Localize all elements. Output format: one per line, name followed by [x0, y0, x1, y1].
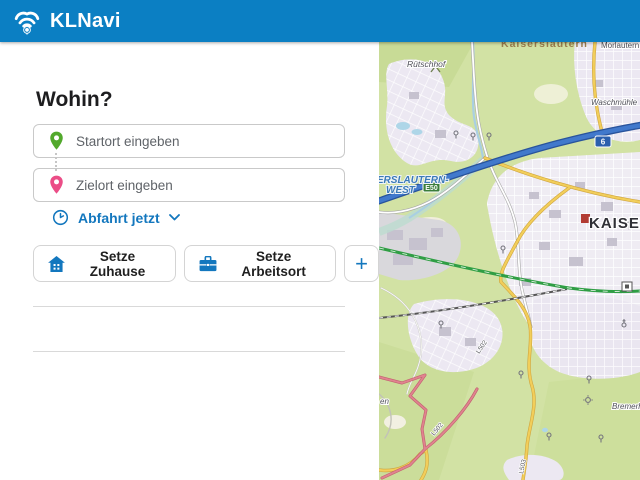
clock-icon — [52, 209, 69, 226]
set-home-label: Setze Zuhause — [74, 249, 161, 279]
add-shortcut-button[interactable]: + — [344, 245, 379, 282]
junction-label-line2: WEST — [386, 185, 416, 196]
partial-place-label: en — [380, 397, 389, 406]
start-location-input[interactable] — [76, 134, 344, 149]
hamlet-label: Rütschhof — [407, 59, 447, 69]
suburb-label: Morlautern — [601, 42, 639, 50]
destination-field[interactable] — [33, 168, 345, 202]
wifi-heart-logo-icon — [12, 6, 42, 36]
start-pin-icon — [49, 131, 64, 151]
route-connector-dots — [55, 153, 57, 171]
hamlet-label: Waschmühle — [591, 98, 638, 107]
destination-pin-icon — [49, 175, 64, 195]
city-label-big: KAISERSLAUTERN — [589, 215, 640, 232]
set-home-button[interactable]: Setze Zuhause — [33, 245, 176, 282]
divider — [33, 351, 345, 352]
plus-icon: + — [355, 251, 368, 277]
briefcase-icon — [199, 256, 217, 272]
station-icon — [622, 282, 632, 291]
home-icon — [48, 256, 65, 272]
shortcut-buttons-row: Setze Zuhause Setze Arbeitsort + — [33, 245, 379, 282]
start-location-field[interactable] — [33, 124, 345, 158]
app-header: KLNavi — [0, 0, 640, 42]
set-work-label: Setze Arbeitsort — [226, 249, 321, 279]
departure-label: Abfahrt jetzt — [78, 210, 160, 226]
departure-time-selector[interactable]: Abfahrt jetzt — [52, 209, 180, 226]
map-canvas[interactable]: 6 E50 Kaiserslautern Rütschhof Morlauter… — [379, 42, 640, 480]
svg-text:6: 6 — [601, 138, 606, 147]
destination-input[interactable] — [76, 178, 344, 193]
divider — [33, 306, 345, 307]
map-graphic: 6 E50 Kaiserslautern Rütschhof Morlauter… — [379, 42, 640, 480]
city-label-top: Kaiserslautern — [501, 42, 588, 50]
chevron-down-icon — [169, 214, 180, 221]
search-panel: Wohin? Abfahrt jetzt — [0, 42, 379, 480]
set-work-button[interactable]: Setze Arbeitsort — [184, 245, 336, 282]
hamlet-label: Bremerhof — [612, 402, 640, 411]
page-title: Wohin? — [36, 88, 113, 112]
a6-shield: 6 — [595, 136, 611, 147]
app-title: KLNavi — [50, 10, 121, 33]
